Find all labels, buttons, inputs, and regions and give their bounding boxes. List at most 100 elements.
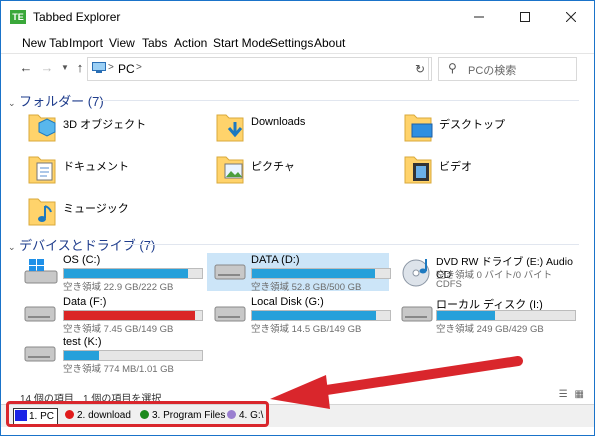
divider [101, 100, 579, 101]
maximize-button[interactable] [502, 1, 548, 33]
drive-usage-fill [64, 269, 189, 278]
close-button[interactable] [548, 1, 594, 33]
details-view-icon[interactable]: ☰ [559, 389, 568, 400]
drive-free-space: 空き領域 249 GB/429 GB [436, 324, 544, 335]
menu-action[interactable]: Action [174, 36, 207, 50]
drive-item[interactable]: OS (C:) 空き領域 22.9 GB/222 GB [19, 253, 203, 293]
folder-item[interactable]: ピクチャ [215, 151, 385, 195]
maximize-icon [520, 12, 530, 22]
drive-item[interactable]: Local Disk (G:) 空き領域 14.5 GB/149 GB [207, 295, 391, 335]
drive-item[interactable]: ローカル ディスク (I:) 空き領域 249 GB/429 GB [396, 295, 576, 335]
breadcrumb-separator: > [136, 62, 142, 73]
folder-label: 3D オブジェクト [63, 119, 147, 131]
menu-start-mode[interactable]: Start Mode [213, 36, 272, 50]
pictures-folder-icon [216, 156, 244, 184]
drive-item[interactable]: DVD RW ドライブ (E:) Audio CD 空き領域 0 バイト/0 バ… [396, 253, 586, 291]
search-input[interactable]: ⚲ PCの検索 [438, 57, 577, 81]
drive-name: test (K:) [63, 336, 102, 348]
drive-name: Local Disk (G:) [251, 296, 324, 308]
chevron-down-icon: ⌄ [8, 98, 16, 108]
hard-drive-icon [24, 346, 56, 362]
navigation-bar: ← → ▼ ↑ > PC > ⌄ ↻ ⚲ PCの検索 [1, 54, 594, 84]
desktop-folder-icon [404, 114, 433, 142]
drive-free-space: 空き領域 22.9 GB/222 GB [63, 282, 174, 293]
minimize-button[interactable] [456, 1, 502, 33]
drive-usage-fill [252, 269, 375, 278]
drive-free-space: 空き領域 52.8 GB/500 GB [251, 282, 362, 293]
documents-folder-icon [28, 156, 56, 184]
drive-usage-bar [251, 268, 391, 279]
search-placeholder: PCの検索 [468, 65, 517, 77]
drive-free-space: 空き領域 774 MB/1.01 GB [63, 364, 174, 375]
folder-item[interactable]: ミュージック [27, 193, 197, 237]
annotation-arrow-icon [270, 356, 523, 409]
drive-usage-fill [64, 311, 196, 320]
menu-tabs[interactable]: Tabs [142, 36, 167, 50]
hard-drive-icon [214, 306, 246, 322]
title-bar[interactable]: TE Tabbed Explorer [1, 1, 594, 33]
breadcrumb-separator: > [108, 62, 114, 73]
pc-icon [92, 62, 106, 73]
recent-dropdown-icon[interactable]: ▼ [57, 60, 73, 76]
downloads-folder-icon [216, 114, 244, 142]
menu-about[interactable]: About [314, 36, 345, 50]
folder-item[interactable]: 3D オブジェクト [27, 109, 197, 153]
folder-item[interactable]: Downloads [215, 109, 385, 153]
menu-view[interactable]: View [109, 36, 135, 50]
folder-item[interactable]: ビデオ [403, 151, 573, 195]
app-icon: TE [10, 10, 26, 24]
tiles-view-icon[interactable]: ▦ [575, 389, 584, 400]
drive-filesystem: CDFS [436, 279, 462, 290]
drive-usage-fill [252, 311, 377, 320]
highlight-box [6, 401, 269, 427]
folders-section-header[interactable]: ⌄ フォルダー (7) [8, 91, 104, 110]
chevron-down-icon: ⌄ [8, 242, 16, 252]
divider [125, 244, 579, 245]
drive-usage-bar [63, 268, 203, 279]
menu-import[interactable]: Import [69, 36, 103, 50]
folder-label: ドキュメント [63, 161, 129, 173]
close-icon [565, 11, 577, 23]
drive-item[interactable]: Data (F:) 空き領域 7.45 GB/149 GB [19, 295, 203, 335]
drive-usage-bar [63, 350, 203, 361]
videos-folder-icon [404, 156, 432, 184]
folder-label: ビデオ [439, 161, 472, 173]
breadcrumb-pc[interactable]: PC [118, 62, 135, 76]
window-title: Tabbed Explorer [33, 10, 121, 24]
up-icon[interactable]: ↑ [72, 60, 88, 76]
windows-drive-icon [24, 259, 58, 284]
drive-usage-fill [437, 311, 495, 320]
view-toggle[interactable]: ☰ ▦ [559, 389, 584, 400]
music-folder-icon [28, 198, 56, 226]
refresh-button[interactable]: ↻ [409, 57, 432, 81]
folder-item[interactable]: デスクトップ [403, 109, 573, 153]
drive-item[interactable]: test (K:) 空き領域 774 MB/1.01 GB [19, 335, 203, 375]
drive-free-space: 空き領域 14.5 GB/149 GB [251, 324, 362, 335]
hard-drive-icon [401, 306, 433, 322]
dvd-drive-icon [402, 259, 430, 287]
search-icon: ⚲ [448, 61, 457, 75]
back-icon[interactable]: ← [18, 60, 34, 76]
menu-bar: New Tab Import View Tabs Action Start Mo… [1, 33, 594, 54]
folder-label: Downloads [251, 116, 306, 128]
drive-name: OS (C:) [63, 254, 101, 266]
drive-usage-fill [64, 351, 99, 360]
address-bar[interactable]: > PC > ⌄ [87, 57, 429, 81]
folder-item[interactable]: ドキュメント [27, 151, 197, 195]
drive-name: DATA (D:) [251, 254, 300, 266]
forward-icon[interactable]: → [39, 60, 55, 76]
refresh-icon: ↻ [414, 62, 426, 76]
minimize-icon [474, 16, 484, 18]
drive-usage-bar [251, 310, 391, 321]
drives-section-title: デバイスとドライブ (7) [19, 238, 156, 253]
drive-item[interactable]: DATA (D:) 空き領域 52.8 GB/500 GB [207, 253, 391, 293]
hard-drive-icon [214, 264, 246, 280]
menu-new-tab[interactable]: New Tab [22, 36, 68, 50]
folder-label: ミュージック [63, 203, 129, 215]
drive-free-space: 空き領域 7.45 GB/149 GB [63, 324, 174, 335]
drive-usage-bar [63, 310, 203, 321]
menu-settings[interactable]: Settings [270, 36, 313, 50]
folder-label: デスクトップ [439, 119, 505, 131]
drive-name: Data (F:) [63, 296, 107, 308]
3d-objects-folder-icon [28, 114, 56, 142]
